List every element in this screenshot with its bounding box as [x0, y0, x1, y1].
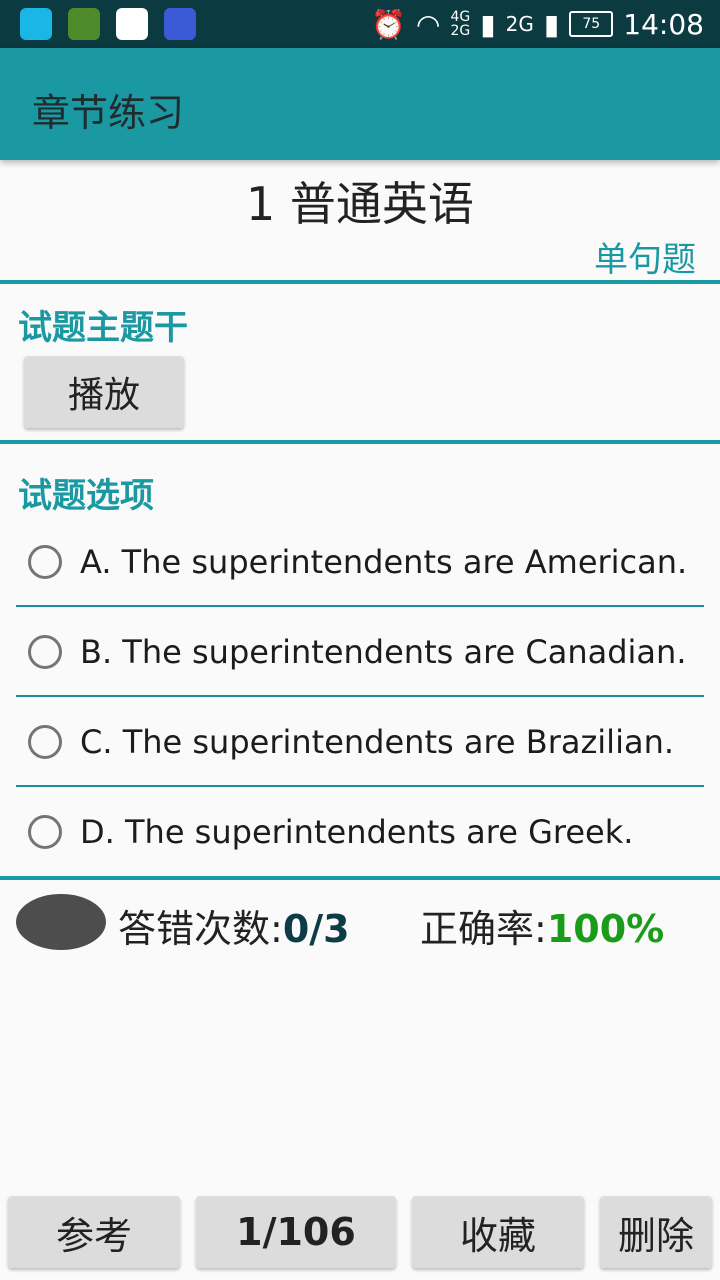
status-bar: ⏰ ◠ 4G 2G ▮ 2G ▮ 75 14:08 — [0, 0, 720, 48]
wrong-label: 答错次数: — [118, 907, 283, 951]
option-text: D. The superintendents are Greek. — [80, 813, 634, 851]
reference-button[interactable]: 参考 — [8, 1196, 180, 1268]
option-text: B. The superintendents are Canadian. — [80, 633, 687, 671]
shield-icon — [68, 8, 100, 40]
accuracy-value: 100% — [546, 907, 665, 951]
radio-icon[interactable] — [28, 635, 62, 669]
status-indicator-icon — [16, 894, 106, 950]
qq-icon — [116, 8, 148, 40]
radio-icon[interactable] — [28, 815, 62, 849]
chapter-title: 1 普通英语 — [246, 177, 474, 231]
wifi-icon: ◠ — [416, 7, 441, 41]
options-label: 试题选项 — [18, 476, 154, 516]
app-bar: 章节练习 — [0, 48, 720, 160]
option-text: C. The superintendents are Brazilian. — [80, 723, 675, 761]
accuracy: 正确率:100% — [420, 898, 664, 953]
signal-icon-2: ▮ — [543, 7, 560, 41]
status-right: ⏰ ◠ 4G 2G ▮ 2G ▮ 75 14:08 — [371, 0, 704, 48]
option-d[interactable]: D. The superintendents are Greek. — [16, 788, 704, 876]
stats-row: 答错次数:0/3 正确率:100% — [0, 892, 720, 956]
radio-icon[interactable] — [28, 545, 62, 579]
option-c[interactable]: C. The superintendents are Brazilian. — [16, 698, 704, 786]
signal-icon: ▮ — [480, 7, 496, 41]
app-title: 章节练习 — [32, 91, 185, 135]
net-2g: 2G — [505, 12, 534, 36]
stem-label: 试题主题干 — [18, 308, 188, 348]
option-text: A. The superintendents are American. — [80, 543, 688, 581]
option-divider — [16, 605, 704, 607]
page-indicator-button[interactable]: 1/106 — [196, 1196, 396, 1268]
gallery-icon — [20, 8, 52, 40]
clock: 14:08 — [623, 7, 704, 41]
tool-icon — [164, 8, 196, 40]
option-divider — [16, 695, 704, 697]
divider — [0, 876, 720, 880]
battery-icon: 75 — [569, 11, 614, 37]
alarm-icon: ⏰ — [371, 7, 407, 41]
option-a[interactable]: A. The superintendents are American. — [16, 518, 704, 606]
option-b[interactable]: B. The superintendents are Canadian. — [16, 608, 704, 696]
radio-icon[interactable] — [28, 725, 62, 759]
question-type: 单句题 — [594, 240, 696, 280]
wrong-value: 0/3 — [282, 907, 350, 951]
divider — [0, 440, 720, 444]
net-2g-small: 2G — [450, 23, 471, 39]
wrong-count: 答错次数:0/3 — [118, 898, 350, 953]
accuracy-label: 正确率: — [420, 907, 547, 951]
favorite-button[interactable]: 收藏 — [412, 1196, 584, 1268]
delete-button[interactable]: 删除 — [600, 1196, 712, 1268]
divider — [0, 280, 720, 284]
option-divider — [16, 785, 704, 787]
play-button[interactable]: 播放 — [24, 356, 184, 428]
net-4g: 4G — [450, 9, 471, 25]
